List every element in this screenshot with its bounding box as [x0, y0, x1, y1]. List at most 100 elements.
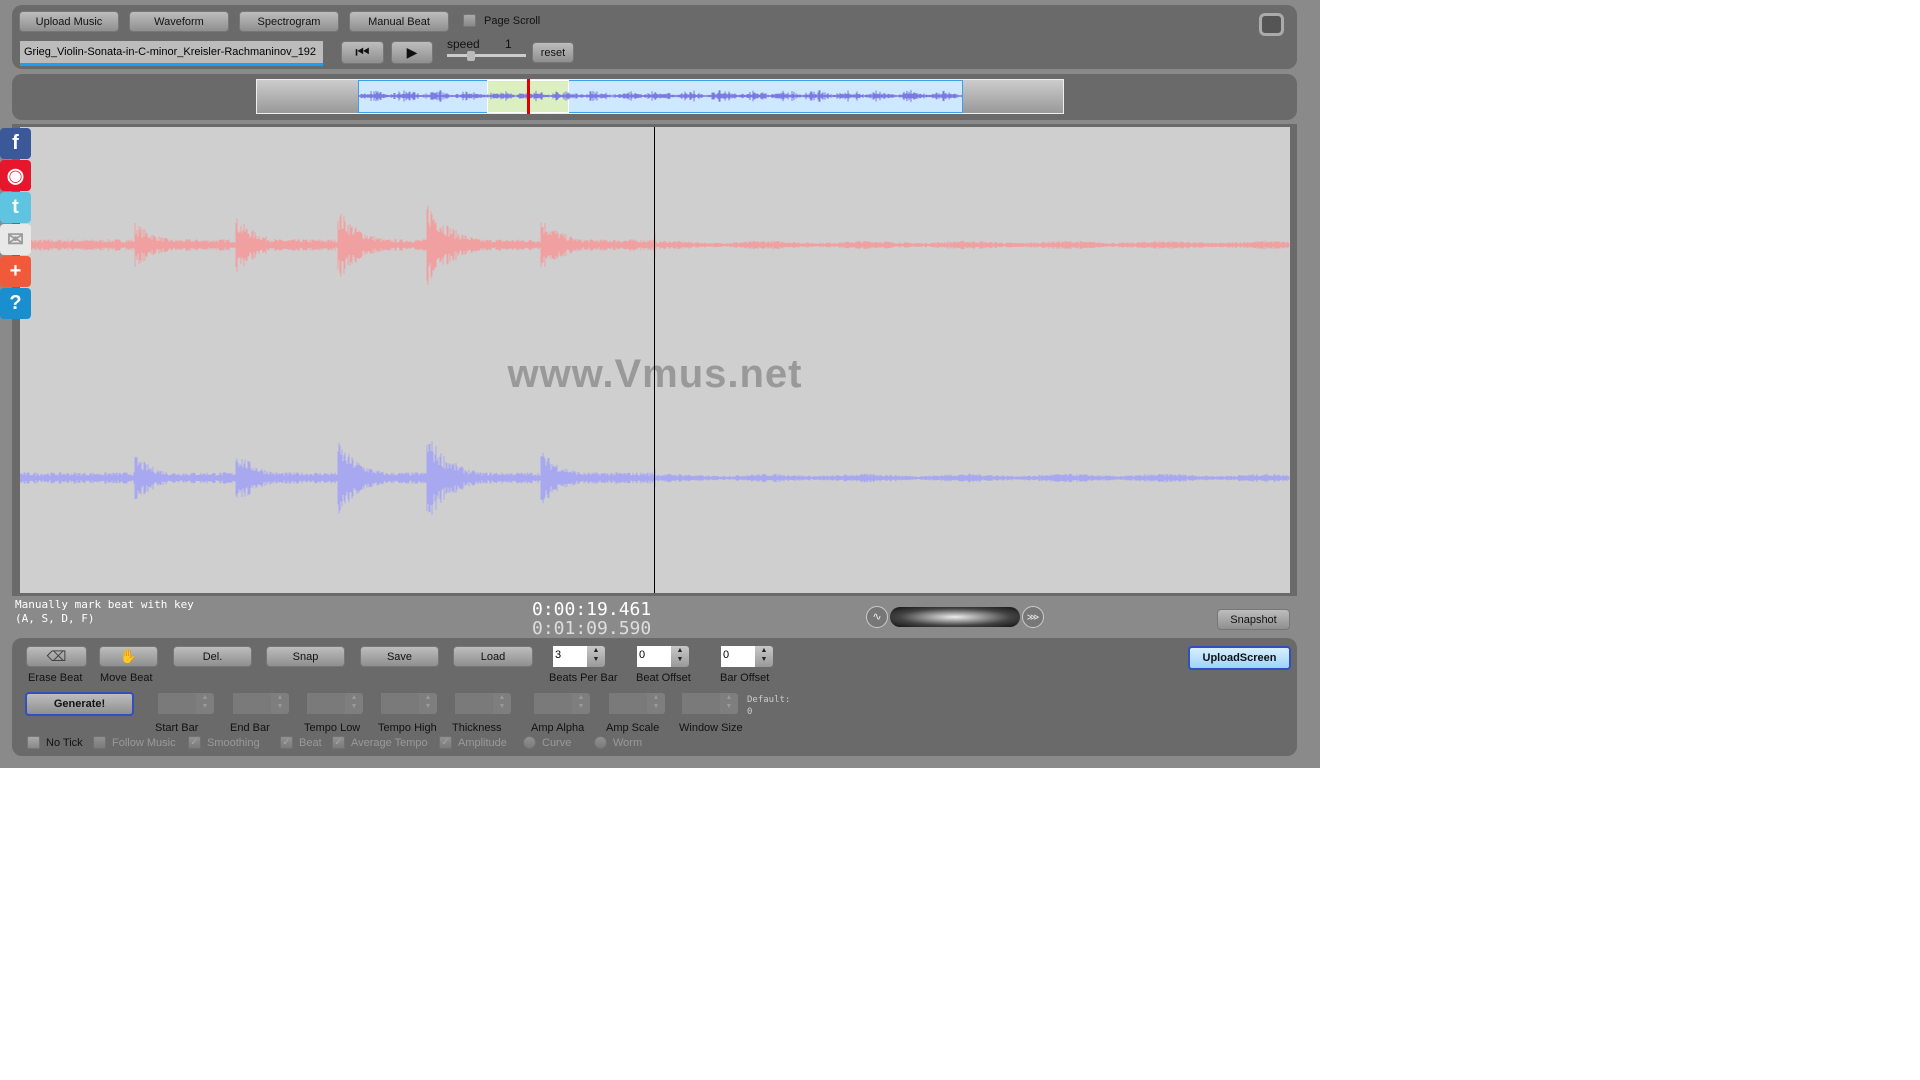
param-label: Window Size [679, 722, 743, 734]
param-window-size[interactable]: ▲ ▼ [682, 693, 738, 714]
param-arrows[interactable]: ▲ ▼ [196, 693, 214, 714]
status-message: Manually mark beat with key (A, S, D, F) [15, 598, 194, 626]
option-label: Beat [299, 737, 322, 749]
status-line-1: Manually mark beat with key [15, 598, 194, 611]
waveform-canvas[interactable]: www.Vmus.net [20, 127, 1290, 593]
param-field[interactable] [381, 693, 419, 714]
play-icon: ▶ [406, 44, 418, 60]
twitter-icon[interactable]: t [0, 192, 31, 223]
page-scroll-checkbox[interactable] [463, 14, 476, 27]
spinner-value[interactable]: 3 [553, 646, 587, 667]
top-toolbar: Upload Music Waveform Spectrogram Manual… [12, 5, 1297, 69]
play-button[interactable]: ▶ [391, 41, 433, 64]
default-value: 0 [747, 707, 753, 717]
weibo-icon[interactable]: ◉ [0, 160, 31, 191]
upload-music-button[interactable]: Upload Music [19, 11, 119, 32]
param-start-bar[interactable]: ▲ ▼ [158, 693, 214, 714]
param-field[interactable] [609, 693, 647, 714]
option-label: Amplitude [458, 737, 507, 749]
spinner-beats-per-bar[interactable]: 3 ▲ ▼ [553, 646, 605, 667]
param-arrows[interactable]: ▲ ▼ [720, 693, 738, 714]
param-field[interactable] [307, 693, 345, 714]
upload-screen-button[interactable]: UploadScreen [1188, 646, 1291, 670]
waveform-zoom-icon[interactable]: ∿ [866, 606, 888, 628]
param-arrows[interactable]: ▲ ▼ [647, 693, 665, 714]
snapshot-button[interactable]: Snapshot [1217, 609, 1290, 630]
param-field[interactable] [233, 693, 271, 714]
app-window: Upload Music Waveform Spectrogram Manual… [0, 0, 1320, 768]
overview-panel [12, 74, 1297, 120]
param-end-bar[interactable]: ▲ ▼ [233, 693, 289, 714]
page-scroll-label: Page Scroll [484, 15, 541, 27]
param-field[interactable] [158, 693, 196, 714]
param-thickness[interactable]: ▲ ▼ [455, 693, 511, 714]
fullscreen-icon[interactable] [1259, 13, 1284, 36]
rewind-button[interactable]: ⏮ [341, 41, 384, 64]
spinner-value[interactable]: 0 [721, 646, 755, 667]
erase-beat-button[interactable]: ⌫ [26, 646, 87, 667]
reset-button[interactable]: reset [532, 42, 574, 63]
delete-button[interactable]: Del. [173, 646, 252, 667]
speed-slider-thumb[interactable] [467, 51, 475, 61]
email-icon[interactable]: ✉ [0, 224, 31, 255]
amplitude-checkbox[interactable]: ✓ [439, 736, 452, 749]
option-label: Follow Music [112, 737, 176, 749]
param-field[interactable] [455, 693, 493, 714]
spinner-label: Bar Offset [720, 672, 770, 684]
param-tempo-low[interactable]: ▲ ▼ [307, 693, 363, 714]
option-label: Smoothing [207, 737, 260, 749]
overview-playhead[interactable] [527, 79, 530, 114]
spinner-beat-offset[interactable]: 0 ▲ ▼ [637, 646, 689, 667]
curve-radio[interactable] [523, 736, 536, 749]
param-field[interactable] [534, 693, 572, 714]
param-field[interactable] [682, 693, 720, 714]
spinner-bar-offset[interactable]: 0 ▲ ▼ [721, 646, 773, 667]
eraser-icon: ⌫ [46, 648, 67, 664]
param-arrows[interactable]: ▲ ▼ [493, 693, 511, 714]
waveform-button[interactable]: Waveform [129, 11, 229, 32]
param-arrows[interactable]: ▲ ▼ [271, 693, 289, 714]
help-icon[interactable]: ? [0, 288, 31, 319]
hand-icon: ✋ [119, 648, 138, 664]
spinner-label: Beats Per Bar [549, 672, 618, 684]
param-arrows[interactable]: ▲ ▼ [345, 693, 363, 714]
spinner-arrows[interactable]: ▲ ▼ [755, 646, 773, 667]
zoom-knob[interactable] [890, 607, 1020, 627]
param-arrows[interactable]: ▲ ▼ [572, 693, 590, 714]
average-tempo-checkbox[interactable]: ✓ [332, 736, 345, 749]
param-label: Tempo Low [304, 722, 361, 734]
worm-radio[interactable] [594, 736, 607, 749]
share-plus-icon[interactable]: + [0, 256, 31, 287]
facebook-icon[interactable]: f [0, 128, 31, 159]
param-tempo-high[interactable]: ▲ ▼ [381, 693, 437, 714]
option-label: Average Tempo [351, 737, 428, 749]
no-tick-checkbox[interactable] [27, 736, 40, 749]
generate-button[interactable]: Generate! [25, 692, 134, 716]
default-label: Default: [747, 695, 791, 705]
save-button[interactable]: Save [360, 646, 439, 667]
spinner-label: Beat Offset [636, 672, 691, 684]
param-amp-alpha[interactable]: ▲ ▼ [534, 693, 590, 714]
overview-strip[interactable] [256, 79, 1064, 114]
beat-checkbox[interactable]: ✓ [280, 736, 293, 749]
spinner-arrows[interactable]: ▲ ▼ [587, 646, 605, 667]
param-arrows[interactable]: ▲ ▼ [419, 693, 437, 714]
manual-beat-button[interactable]: Manual Beat [349, 11, 449, 32]
compressed-wave-icon[interactable]: ⋙ [1022, 606, 1044, 628]
speed-slider[interactable] [447, 51, 526, 61]
playback-cursor[interactable] [654, 127, 655, 593]
load-button[interactable]: Load [453, 646, 533, 667]
spectrogram-button[interactable]: Spectrogram [239, 11, 339, 32]
current-time: 0:00:19.461 [532, 599, 652, 620]
smoothing-checkbox[interactable]: ✓ [188, 736, 201, 749]
waveform-frame: www.Vmus.net [12, 124, 1297, 596]
snap-button[interactable]: Snap [266, 646, 345, 667]
spinner-value[interactable]: 0 [637, 646, 671, 667]
option-label: Worm [613, 737, 643, 749]
follow-music-checkbox[interactable] [93, 736, 106, 749]
param-amp-scale[interactable]: ▲ ▼ [609, 693, 665, 714]
move-beat-label: Move Beat [100, 672, 153, 684]
spinner-arrows[interactable]: ▲ ▼ [671, 646, 689, 667]
file-name-input[interactable]: Grieg_Violin-Sonata-in-C-minor_Kreisler-… [20, 41, 323, 66]
move-beat-button[interactable]: ✋ [99, 646, 158, 667]
